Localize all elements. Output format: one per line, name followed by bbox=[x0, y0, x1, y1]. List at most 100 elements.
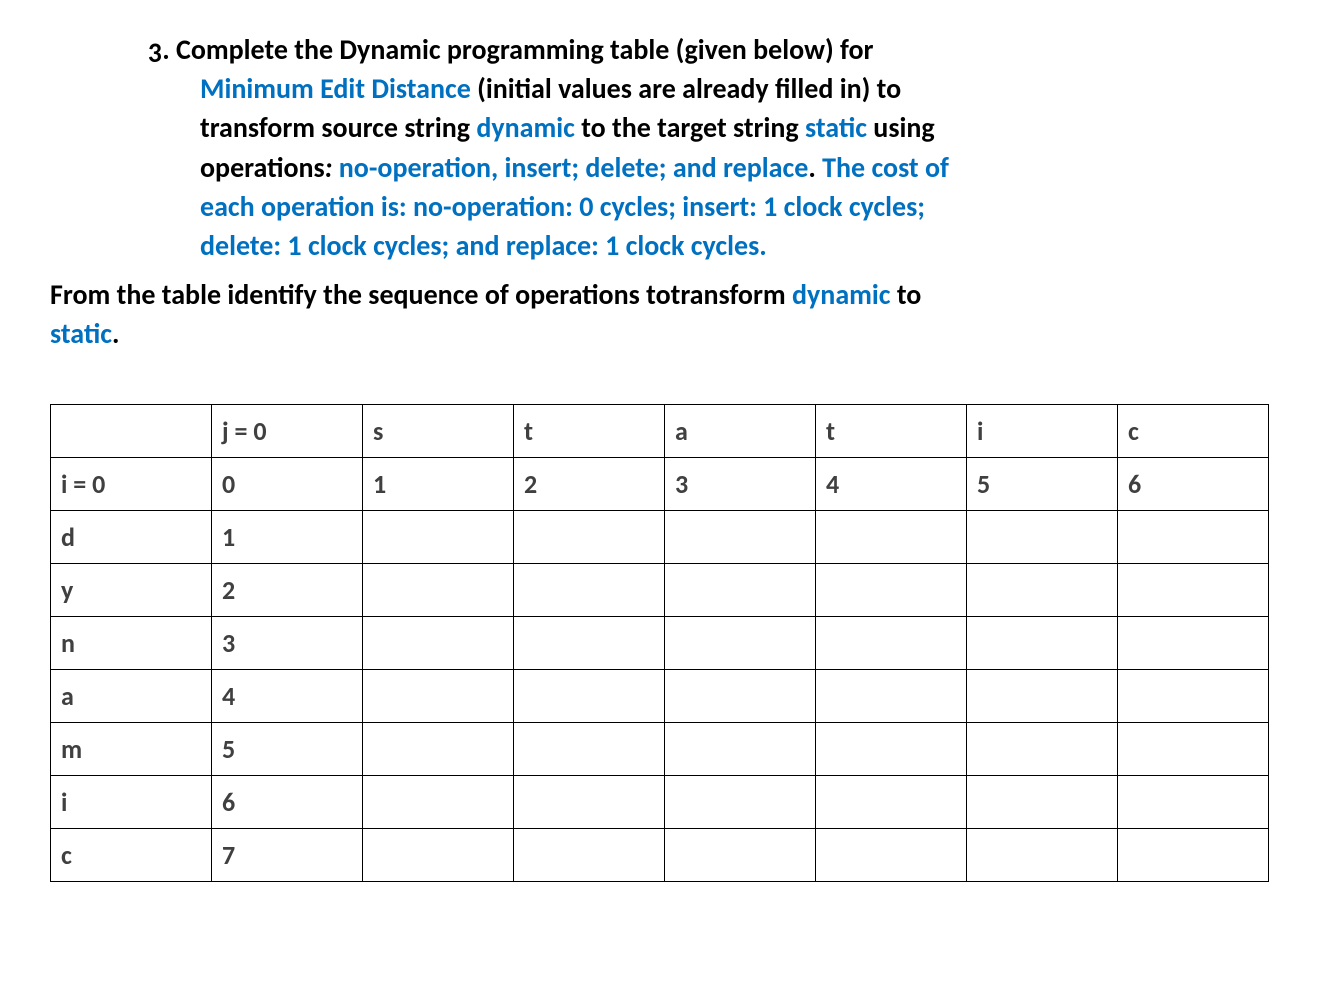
cell bbox=[816, 722, 967, 775]
cell bbox=[1118, 722, 1269, 775]
cell bbox=[1118, 616, 1269, 669]
target-string: static bbox=[805, 110, 867, 145]
cell: 4 bbox=[212, 669, 363, 722]
cell: 0 bbox=[212, 457, 363, 510]
cell bbox=[816, 828, 967, 881]
followup-static: static bbox=[50, 316, 112, 351]
cell bbox=[816, 510, 967, 563]
cell bbox=[514, 775, 665, 828]
cell bbox=[816, 563, 967, 616]
followup-text: From the table identify the sequence of … bbox=[50, 275, 1286, 353]
cell: 1 bbox=[363, 457, 514, 510]
cell bbox=[514, 669, 665, 722]
row-hdr-a: a bbox=[51, 669, 212, 722]
cell: 6 bbox=[1118, 457, 1269, 510]
cell bbox=[967, 775, 1118, 828]
row-hdr-d: d bbox=[51, 510, 212, 563]
header-t2: t bbox=[816, 404, 967, 457]
header-s: s bbox=[363, 404, 514, 457]
cell bbox=[363, 616, 514, 669]
cell bbox=[665, 563, 816, 616]
table-header-row: j = 0 s t a t i c bbox=[51, 404, 1269, 457]
question-line2: (initial values are already filled in) t… bbox=[471, 71, 901, 106]
question-line4b: . bbox=[808, 150, 822, 185]
table-row: y 2 bbox=[51, 563, 1269, 616]
row-hdr-i: i bbox=[51, 775, 212, 828]
row-hdr-y: y bbox=[51, 563, 212, 616]
followup-a: From the table identify the sequence of … bbox=[50, 277, 792, 312]
question-line1: Complete the Dynamic programming table (… bbox=[170, 32, 874, 67]
table-row: c 7 bbox=[51, 828, 1269, 881]
cell bbox=[514, 510, 665, 563]
question-colon: : bbox=[325, 150, 339, 185]
cell bbox=[363, 775, 514, 828]
cell bbox=[363, 563, 514, 616]
header-a: a bbox=[665, 404, 816, 457]
cell bbox=[363, 722, 514, 775]
cell bbox=[514, 722, 665, 775]
cell bbox=[816, 669, 967, 722]
cell bbox=[1118, 510, 1269, 563]
cell bbox=[967, 828, 1118, 881]
source-string: dynamic bbox=[476, 110, 575, 145]
row-hdr-m: m bbox=[51, 722, 212, 775]
question-text: 3. Complete the Dynamic programming tabl… bbox=[50, 30, 1286, 265]
cell bbox=[665, 722, 816, 775]
question-line3c: using bbox=[867, 110, 935, 145]
cost-line2: each operation is: no-operation: 0 cycle… bbox=[200, 189, 925, 224]
table-row: a 4 bbox=[51, 669, 1269, 722]
cell: 2 bbox=[514, 457, 665, 510]
question-line3a: transform source string bbox=[200, 110, 476, 145]
cell bbox=[363, 828, 514, 881]
cell bbox=[665, 828, 816, 881]
cell bbox=[1118, 775, 1269, 828]
cell: 5 bbox=[967, 457, 1118, 510]
cell bbox=[1118, 669, 1269, 722]
term-min-edit-distance: Minimum Edit Distance bbox=[200, 71, 471, 106]
cost-line1: The cost of bbox=[822, 150, 949, 185]
dp-table: j = 0 s t a t i c i = 0 0 1 2 3 4 5 6 d … bbox=[50, 404, 1269, 882]
table-row: m 5 bbox=[51, 722, 1269, 775]
question-line4a: operations bbox=[200, 150, 325, 185]
header-c: c bbox=[1118, 404, 1269, 457]
table-row: d 1 bbox=[51, 510, 1269, 563]
cell bbox=[967, 722, 1118, 775]
table-row: n 3 bbox=[51, 616, 1269, 669]
cell bbox=[816, 775, 967, 828]
header-j0: j = 0 bbox=[212, 404, 363, 457]
cell bbox=[514, 828, 665, 881]
cell bbox=[665, 669, 816, 722]
cell bbox=[665, 775, 816, 828]
cell: 1 bbox=[212, 510, 363, 563]
cell bbox=[665, 616, 816, 669]
followup-b: to bbox=[891, 277, 922, 312]
table-row: i = 0 0 1 2 3 4 5 6 bbox=[51, 457, 1269, 510]
row-hdr-c: c bbox=[51, 828, 212, 881]
followup-dynamic: dynamic bbox=[792, 277, 891, 312]
followup-c: . bbox=[112, 316, 119, 351]
cell bbox=[967, 616, 1118, 669]
table-row: i 6 bbox=[51, 775, 1269, 828]
cell: 6 bbox=[212, 775, 363, 828]
cell: 3 bbox=[212, 616, 363, 669]
question-line3b: to the target string bbox=[575, 110, 805, 145]
cell: 4 bbox=[816, 457, 967, 510]
cell bbox=[1118, 563, 1269, 616]
cost-line3: delete: 1 clock cycles; and replace: 1 c… bbox=[200, 228, 767, 263]
header-i: i bbox=[967, 404, 1118, 457]
page: 3. Complete the Dynamic programming tabl… bbox=[0, 0, 1336, 942]
cell bbox=[363, 510, 514, 563]
cell bbox=[967, 563, 1118, 616]
cell: 5 bbox=[212, 722, 363, 775]
cell bbox=[1118, 828, 1269, 881]
row-hdr-n: n bbox=[51, 616, 212, 669]
cell bbox=[967, 510, 1118, 563]
cell: 7 bbox=[212, 828, 363, 881]
row-hdr-i0: i = 0 bbox=[51, 457, 212, 510]
operations-list: no-operation, insert; delete; and replac… bbox=[339, 150, 809, 185]
cell: 2 bbox=[212, 563, 363, 616]
cell: 3 bbox=[665, 457, 816, 510]
cell bbox=[816, 616, 967, 669]
cell bbox=[514, 616, 665, 669]
question-number: 3. bbox=[50, 32, 170, 67]
